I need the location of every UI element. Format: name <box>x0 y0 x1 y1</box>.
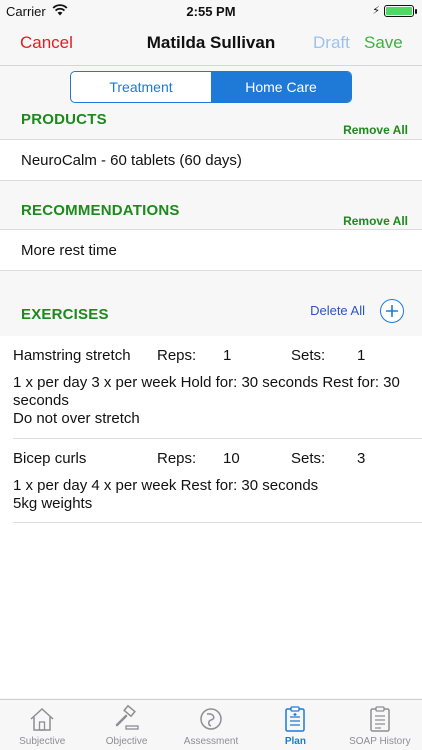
sets-label: Sets: <box>291 450 326 467</box>
exercise-item[interactable]: Bicep curls Reps: 10 Sets: 3 1 x per day… <box>0 439 422 519</box>
exercise-list: Hamstring stretch Reps: 1 Sets: 1 1 x pe… <box>0 336 422 698</box>
exercise-schedule: 1 x per day 4 x per week Rest for: 30 se… <box>13 477 319 494</box>
exercise-name: Bicep curls <box>13 450 87 467</box>
clipboard-icon <box>285 706 306 732</box>
reps-value: 1 <box>223 347 232 364</box>
tab-label: Subjective <box>19 736 66 747</box>
tab-subjective[interactable]: Subjective <box>0 700 84 750</box>
draft-button[interactable]: Draft <box>313 33 350 53</box>
sets-value: 3 <box>357 450 366 467</box>
reps-label: Reps: <box>157 450 197 467</box>
cancel-button[interactable]: Cancel <box>20 33 73 53</box>
sets-value: 1 <box>357 347 366 364</box>
sets-label: Sets: <box>291 347 326 364</box>
exercise-item[interactable]: Hamstring stretch Reps: 1 Sets: 1 1 x pe… <box>0 336 422 438</box>
battery-icon <box>384 5 417 17</box>
plus-circle-icon <box>386 305 398 317</box>
products-header: PRODUCTS Remove All <box>0 105 422 139</box>
recommendations-title: RECOMMENDATIONS <box>21 202 180 219</box>
exercise-note: 5kg weights <box>13 495 93 512</box>
tab-objective[interactable]: Objective <box>84 700 168 750</box>
tab-plan[interactable]: Plan <box>253 700 337 750</box>
plan-segmented-control: Treatment Home Care <box>70 71 352 103</box>
reps-value: 10 <box>223 450 240 467</box>
product-item[interactable]: NeuroCalm - 60 tablets (60 days) <box>0 139 422 181</box>
recommendation-item[interactable]: More rest time <box>0 229 422 271</box>
delete-all-exercises-button[interactable]: Delete All <box>310 303 365 318</box>
save-button[interactable]: Save <box>364 33 403 53</box>
tab-assessment[interactable]: Assessment <box>169 700 253 750</box>
recommendations-header: RECOMMENDATIONS Remove All <box>0 196 422 230</box>
segment-home-care[interactable]: Home Care <box>211 72 351 102</box>
charging-icon: ⚡ <box>372 5 380 17</box>
clipboard-history-icon <box>370 706 390 732</box>
assessment-icon <box>200 708 222 730</box>
house-icon <box>30 707 54 731</box>
clock: 2:55 PM <box>186 4 236 19</box>
exercise-schedule: 1 x per day 3 x per week Hold for: 30 se… <box>13 374 400 409</box>
reps-label: Reps: <box>157 347 197 364</box>
tab-label: SOAP History <box>349 736 411 747</box>
tab-label: Assessment <box>183 736 239 747</box>
tab-bar: Subjective Objective Assessment Plan SOA… <box>0 699 422 750</box>
exercises-title: EXERCISES <box>21 306 109 323</box>
tab-soap-history[interactable]: SOAP History <box>338 700 422 750</box>
exercise-note: Do not over stretch <box>13 410 140 427</box>
tab-label: Objective <box>105 736 148 747</box>
recommendation-item-label: More rest time <box>21 241 117 259</box>
products-remove-all-button[interactable]: Remove All <box>343 123 408 137</box>
exercise-name: Hamstring stretch <box>13 347 131 364</box>
status-bar: Carrier 2:55 PM ⚡ <box>0 0 422 22</box>
recommendations-remove-all-button[interactable]: Remove All <box>343 214 408 228</box>
navigation-bar: Cancel Matilda Sullivan Draft Save <box>0 22 422 66</box>
divider <box>13 522 422 523</box>
products-title: PRODUCTS <box>21 111 107 128</box>
product-item-label: NeuroCalm - 60 tablets (60 days) <box>21 151 242 169</box>
gavel-icon <box>115 704 139 730</box>
tab-label: Plan <box>284 736 306 747</box>
add-exercise-button[interactable] <box>380 299 404 323</box>
segment-treatment[interactable]: Treatment <box>71 72 211 102</box>
